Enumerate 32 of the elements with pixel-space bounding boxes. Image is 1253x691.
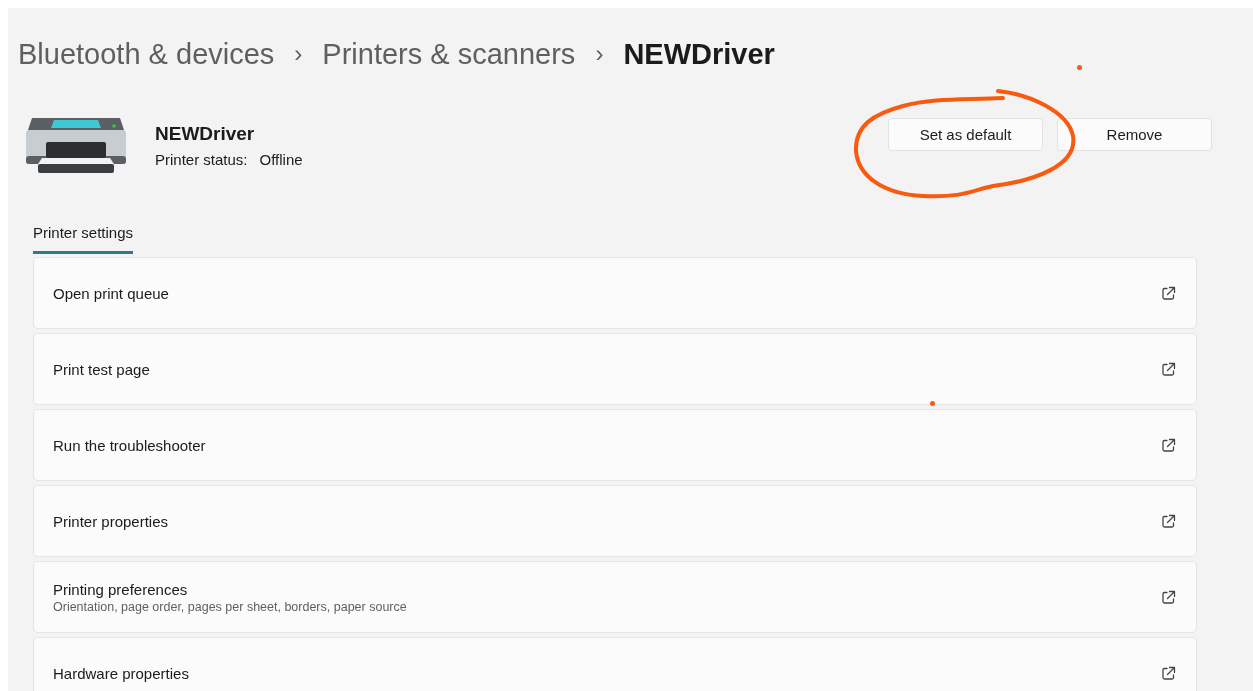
- breadcrumb-item[interactable]: Bluetooth & devices: [18, 37, 275, 71]
- action-button[interactable]: Set as default: [888, 117, 1043, 151]
- row-title: Print test page: [53, 360, 151, 378]
- annotation-dot: [930, 401, 935, 406]
- row-title: Run the troubleshooter: [53, 436, 207, 454]
- breadcrumb-separator: ›: [595, 40, 604, 68]
- settings-row[interactable]: Printer properties: [33, 485, 1197, 557]
- external-link-icon: [1161, 361, 1176, 377]
- settings-row[interactable]: Run the troubleshooter: [33, 409, 1197, 481]
- external-link-icon: [1161, 437, 1176, 453]
- annotation-dot: [1077, 65, 1082, 70]
- breadcrumb-item: NEWDriver: [623, 37, 775, 71]
- tab[interactable]: Printer settings: [33, 224, 134, 254]
- row-title: Printer properties: [53, 512, 170, 530]
- external-link-icon: [1161, 285, 1176, 301]
- breadcrumb-item[interactable]: Printers & scanners: [322, 37, 576, 71]
- row-title: Printing preferences: [53, 580, 189, 598]
- breadcrumb-separator: ›: [294, 40, 303, 68]
- external-link-icon: [1161, 589, 1176, 605]
- printer-name: NEWDriver: [155, 122, 256, 145]
- settings-row[interactable]: Print test page: [33, 333, 1197, 405]
- settings-row[interactable]: Printing preferences Orientation, page order, pages per sheet, borders, paper source: [33, 561, 1197, 633]
- row-title: Hardware properties: [53, 664, 190, 682]
- external-link-icon: [1161, 513, 1176, 529]
- action-button[interactable]: Remove: [1057, 117, 1212, 151]
- status-value: Offline: [259, 150, 303, 168]
- settings-row[interactable]: Hardware properties: [33, 637, 1197, 691]
- settings-row[interactable]: Open print queue: [33, 257, 1197, 329]
- external-link-icon: [1161, 665, 1176, 681]
- row-description: Orientation, page order, pages per sheet, borders, paper source: [53, 599, 408, 614]
- status-label: Printer status:: [155, 150, 248, 168]
- row-title: Open print queue: [53, 284, 170, 302]
